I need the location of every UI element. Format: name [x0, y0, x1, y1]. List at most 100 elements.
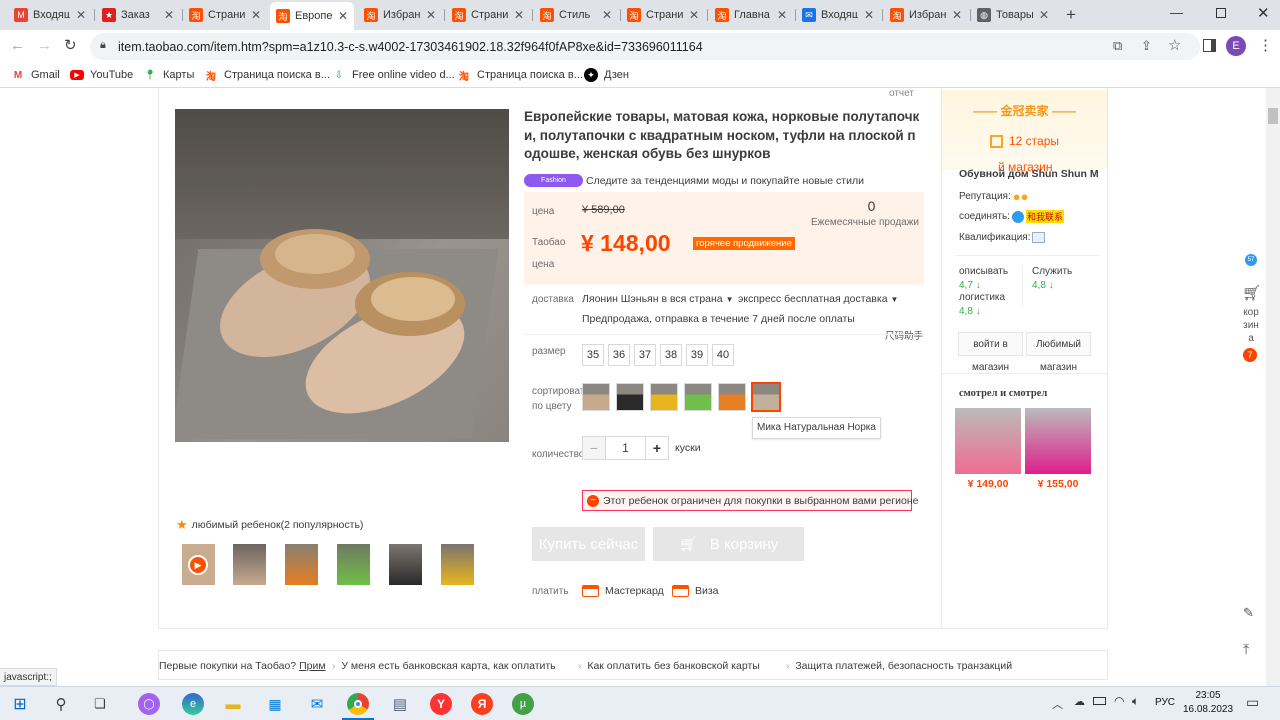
browser-tab[interactable]: 淘 Стиль ✕: [534, 4, 618, 26]
browser-tab[interactable]: 淘 Избран ✕: [884, 4, 968, 26]
gallery-thumb[interactable]: [389, 544, 422, 585]
side-panel-icon[interactable]: [1203, 39, 1216, 52]
yandex-browser-icon[interactable]: Y: [430, 693, 452, 715]
seller-connect[interactable]: соединять: 和我联系: [959, 210, 1064, 223]
size-option[interactable]: 40: [712, 344, 734, 366]
gallery-thumb[interactable]: [441, 544, 474, 585]
task-view-icon[interactable]: ❏: [89, 693, 111, 715]
size-option[interactable]: 36: [608, 344, 630, 366]
size-option[interactable]: 38: [660, 344, 682, 366]
tab-close-icon[interactable]: ✕: [602, 8, 612, 22]
calculator-icon[interactable]: ▤: [389, 693, 411, 715]
volume-icon[interactable]: 🔈︎: [1132, 694, 1139, 709]
tab-close-icon[interactable]: ✕: [777, 8, 787, 22]
delivery-from-select[interactable]: Ляонин Шэньян в вся страна ▼: [582, 293, 733, 305]
battery-icon[interactable]: [1093, 697, 1106, 705]
tab-close-icon[interactable]: ✕: [514, 8, 524, 22]
enter-shop-button[interactable]: войти в магазин: [958, 332, 1023, 373]
browser-tab[interactable]: 淘 Страни ✕: [183, 4, 267, 26]
color-option[interactable]: [616, 383, 644, 411]
gallery-thumb[interactable]: [337, 544, 370, 585]
bookmark-gmail[interactable]: M Gmail: [11, 67, 60, 83]
tab-close-icon[interactable]: ✕: [1039, 8, 1049, 22]
float-badge[interactable]: 57: [1245, 254, 1257, 266]
browser-tab[interactable]: 淘 Избран ✕: [358, 4, 442, 26]
scrollbar-thumb[interactable]: [1268, 108, 1278, 124]
profile-avatar[interactable]: E: [1226, 36, 1246, 56]
footer-link-no-card[interactable]: › Как оплатить без банковской карты: [578, 660, 760, 672]
shop-name[interactable]: Обувной дом Shun Shun M: [959, 168, 1099, 180]
buy-now-button[interactable]: Купить сейчас: [532, 527, 645, 561]
browser-menu-icon[interactable]: ⋮: [1258, 36, 1273, 54]
tab-close-icon[interactable]: ✕: [864, 8, 874, 22]
bookmark-video-download[interactable]: ⇩ Free online video d...: [332, 67, 455, 83]
bookmark-youtube[interactable]: ▶ YouTube: [70, 67, 133, 83]
new-tab-icon[interactable]: +: [1066, 5, 1076, 25]
report-link[interactable]: отчет: [889, 88, 914, 99]
main-product-image[interactable]: [175, 109, 509, 442]
bookmark-maps[interactable]: 📍︎ Карты: [143, 67, 195, 83]
maximize-icon[interactable]: [1216, 8, 1226, 18]
tab-close-icon[interactable]: ✕: [164, 8, 174, 22]
share-icon[interactable]: ⇪: [1141, 38, 1152, 54]
tab-close-icon[interactable]: ✕: [952, 8, 962, 22]
color-option[interactable]: [684, 383, 712, 411]
tab-close-icon[interactable]: ✕: [338, 9, 348, 23]
browser-tab[interactable]: 淘 Европе ✕: [270, 2, 354, 30]
store-icon[interactable]: ▦: [264, 693, 286, 715]
size-option[interactable]: 37: [634, 344, 656, 366]
input-language[interactable]: РУС: [1155, 697, 1175, 708]
qty-plus-button[interactable]: +: [645, 436, 669, 460]
color-option[interactable]: [650, 383, 678, 411]
qty-minus-button[interactable]: −: [582, 436, 606, 460]
tab-close-icon[interactable]: ✕: [251, 8, 261, 22]
browser-tab[interactable]: 淘 Страни ✕: [446, 4, 530, 26]
utorrent-icon[interactable]: µ: [512, 693, 534, 715]
gallery-video-thumb[interactable]: ▶: [182, 544, 215, 585]
favorite-shop-button[interactable]: Любимый магазин: [1026, 332, 1091, 373]
bookmark-taobao-search[interactable]: 淘 Страница поиска в...: [204, 67, 330, 83]
bookmark-dzen[interactable]: ✦ Дзен: [584, 67, 629, 83]
size-option[interactable]: 35: [582, 344, 604, 366]
bookmark-taobao-search-2[interactable]: 淘 Страница поиска в...: [457, 67, 583, 83]
tray-chevron-icon[interactable]: ︿: [1052, 696, 1063, 712]
forward-icon[interactable]: →: [37, 37, 52, 54]
footer-link-protection[interactable]: › Защита платежей, безопасность транзакц…: [786, 660, 1012, 672]
seen-item-image[interactable]: [1025, 408, 1091, 474]
favorite-item[interactable]: ★ любимый ребенок(2 популярность): [176, 517, 363, 533]
tab-close-icon[interactable]: ✕: [426, 8, 436, 22]
browser-tab[interactable]: ★ Заказ ✕: [96, 4, 180, 26]
gallery-thumb[interactable]: [233, 544, 266, 585]
seen-item-image[interactable]: [955, 408, 1021, 474]
network-icon[interactable]: ☁: [1074, 695, 1085, 708]
search-icon[interactable]: ⚲: [50, 693, 72, 715]
chrome-icon[interactable]: [347, 693, 369, 715]
browser-tab[interactable]: ◍ Товары ✕: [971, 4, 1055, 26]
footer-link-card[interactable]: › У меня есть банковская карта, как опла…: [332, 660, 556, 672]
translate-icon[interactable]: ⧉: [1113, 38, 1122, 54]
page-scrollbar[interactable]: [1266, 88, 1280, 686]
address-bar[interactable]: 🔒︎ item.taobao.com/item.htm?spm=a1z10.3-…: [90, 33, 1200, 60]
edge-icon[interactable]: e: [182, 693, 204, 715]
browser-tab[interactable]: M Входящ ✕: [8, 4, 92, 26]
file-explorer-icon[interactable]: ▬: [222, 693, 244, 715]
back-icon[interactable]: ←: [10, 37, 25, 54]
color-option[interactable]: [718, 383, 746, 411]
clock-date[interactable]: 16.08.2023: [1180, 704, 1236, 715]
window-close-icon[interactable]: ✕: [1257, 4, 1270, 22]
wifi-icon[interactable]: ◠: [1114, 694, 1124, 708]
tab-close-icon[interactable]: ✕: [76, 8, 86, 22]
yandex-icon[interactable]: Я: [471, 693, 493, 715]
size-option[interactable]: 39: [686, 344, 708, 366]
browser-tab[interactable]: 淘 Страни ✕: [621, 4, 705, 26]
footer-more-link[interactable]: Прим: [299, 660, 325, 672]
bookmark-star-icon[interactable]: ☆: [1168, 36, 1181, 54]
delivery-type-select[interactable]: экспресс бесплатная доставка ▼: [738, 293, 898, 305]
color-option[interactable]: [582, 383, 610, 411]
add-to-cart-button[interactable]: 🛒︎ В корзину: [653, 527, 804, 561]
side-cart-label[interactable]: корзина: [1242, 306, 1260, 345]
clock-time[interactable]: 23:05: [1184, 690, 1232, 701]
qty-input[interactable]: 1: [606, 436, 645, 460]
windows-start-icon[interactable]: ⊞: [9, 693, 31, 715]
size-helper-link[interactable]: 尺码助手: [885, 328, 923, 342]
